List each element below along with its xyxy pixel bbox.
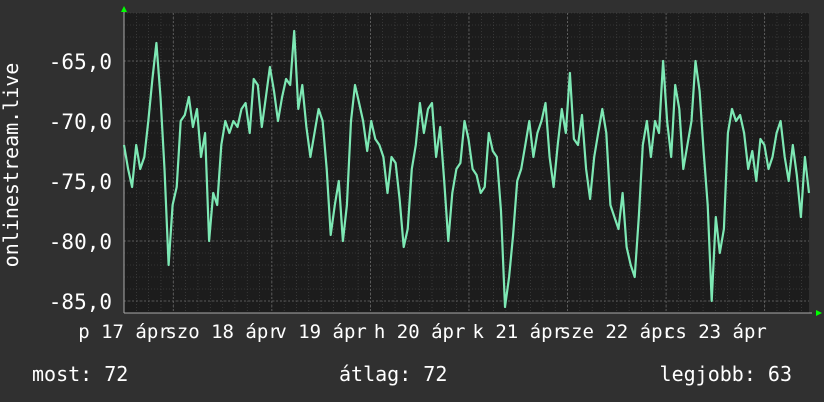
y-tick-label: -65,0 xyxy=(49,50,112,74)
x-tick-label: cs 23 ápr xyxy=(664,321,767,343)
y-tick-label: -80,0 xyxy=(49,230,112,254)
chart: -65,0 -70,0 -75,0 -80,0 -85,0 p 17 áprszo 18… xyxy=(0,6,822,343)
x-tick-label: p 17 ápr xyxy=(78,321,170,343)
y-tick-label: -70,0 xyxy=(49,110,112,134)
stats-bar: most: 72 átlag: 72 legjobb: 63 xyxy=(0,362,824,392)
average-value: átlag: 72 xyxy=(339,362,448,386)
x-tick-label: v 19 ápr xyxy=(275,321,367,343)
x-tick-label: h 20 ápr xyxy=(374,321,466,343)
x-axis-arrow-icon xyxy=(816,310,822,316)
current-value: most: 72 xyxy=(32,362,129,386)
y-axis-label: onlinestream.live xyxy=(0,63,23,268)
plot-area xyxy=(124,13,809,313)
x-tick-labels: p 17 áprszo 18 áprv 19 ápr h 20 ápr k 21 á… xyxy=(78,321,767,343)
x-tick-label: szo 18 ápr xyxy=(165,321,279,343)
y-tick-label: -85,0 xyxy=(49,290,112,314)
x-tick-label: k 21 ápr xyxy=(472,321,564,343)
best-value: legjobb: 63 xyxy=(659,362,792,386)
x-tick-label: sze 22 ápr xyxy=(560,321,674,343)
y-tick-label: -75,0 xyxy=(49,170,112,194)
y-axis-arrow-icon xyxy=(121,6,127,12)
y-tick-labels: -65,0 -70,0 -75,0 -80,0 -85,0 xyxy=(49,50,112,314)
